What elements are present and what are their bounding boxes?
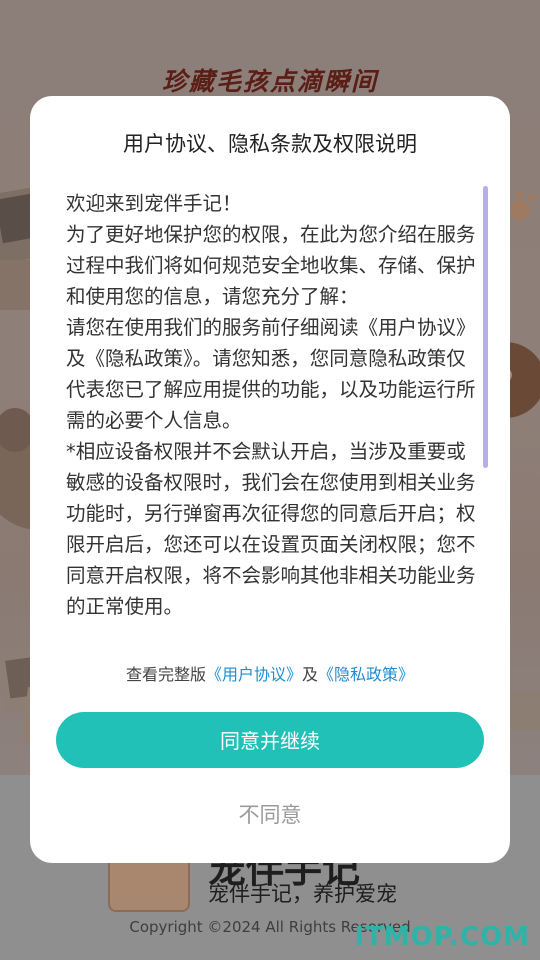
privacy-consent-dialog: 用户协议、隐私条款及权限说明 欢迎来到宠伴手记！ 为了更好地保护您的权限，在此为…: [30, 96, 510, 863]
user-agreement-link[interactable]: 《用户协议》: [206, 665, 302, 684]
scrollbar[interactable]: [483, 186, 488, 641]
scrollbar-thumb[interactable]: [483, 186, 488, 468]
full-agreement-links: 查看完整版《用户协议》及《隐私政策》: [30, 661, 510, 685]
links-and: 及: [302, 665, 319, 684]
agree-button[interactable]: 同意并继续: [56, 712, 484, 768]
watermark: ITMOP.COM: [354, 922, 530, 952]
disagree-button[interactable]: 不同意: [170, 796, 370, 832]
dialog-title: 用户协议、隐私条款及权限说明: [123, 132, 417, 156]
agreement-paragraph-permissions: *相应设备权限并不会默认开启，当涉及重要或敏感的设备权限时，我们会在您使用到相关…: [66, 440, 476, 618]
agreement-paragraph-intro: 为了更好地保护您的权限，在此为您介绍在服务过程中我们将如何规范安全地收集、存储、…: [66, 223, 476, 308]
privacy-policy-link[interactable]: 《隐私政策》: [318, 665, 414, 684]
links-prefix: 查看完整版: [125, 665, 206, 684]
agreement-text-scroll[interactable]: 欢迎来到宠伴手记！ 为了更好地保护您的权限，在此为您介绍在服务过程中我们将如何规…: [66, 188, 478, 640]
app-slogan: 宠伴手记，养护爱宠: [208, 882, 397, 906]
agreement-paragraph-welcome: 欢迎来到宠伴手记！: [66, 192, 242, 215]
agreement-paragraph-policy: 请您在使用我们的服务前仔细阅读《用户协议》及《隐私政策》。请您知悉，您同意隐私政…: [66, 316, 476, 432]
splash-banner-text: 珍藏毛孩点滴瞬间: [161, 67, 378, 96]
